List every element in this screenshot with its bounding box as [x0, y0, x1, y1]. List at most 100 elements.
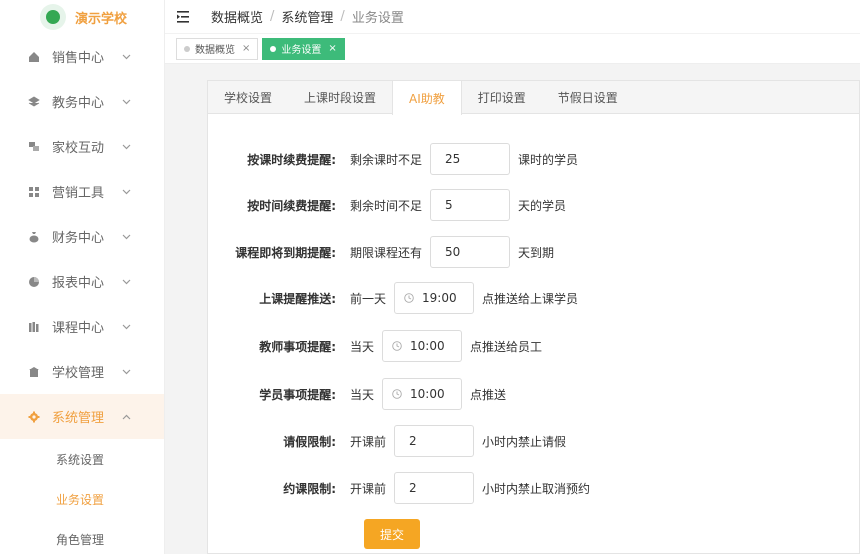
close-icon[interactable]: × [242, 43, 250, 54]
chevron-down-icon [122, 324, 131, 329]
money-bag-icon [29, 231, 39, 242]
form-prefix: 开课前 [350, 434, 387, 449]
app-name: 演示学校 [75, 11, 128, 27]
form-suffix: 天的学员 [518, 198, 567, 213]
form-label: 约课限制: [283, 481, 336, 496]
sidebar-item-marketing[interactable]: 营销工具 [0, 169, 164, 214]
form-row-leave-limit: 请假限制: 开课前 2 小时内禁止请假 [208, 425, 566, 457]
expiry-days-input[interactable]: 50 [430, 236, 511, 268]
form-suffix: 课时的学员 [518, 152, 579, 167]
form-prefix: 开课前 [350, 481, 387, 496]
chevron-up-icon [122, 414, 131, 419]
form-label: 上课提醒推送: [259, 291, 336, 306]
clock-icon [392, 389, 402, 399]
form-suffix: 天到期 [518, 245, 555, 260]
sidebar-item-label: 报表中心 [52, 276, 105, 291]
student-reminder-time-picker[interactable]: 10:00 [382, 378, 463, 410]
sidebar-item-academic[interactable]: 教务中心 [0, 79, 164, 124]
clock-icon [392, 341, 402, 351]
form-prefix: 期限课程还有 [350, 245, 423, 260]
time-value: 10:00 [410, 339, 445, 353]
sidebar-item-label: 营销工具 [52, 186, 105, 201]
books-icon [29, 321, 39, 332]
sidebar-item-label: 学校管理 [52, 366, 105, 381]
tab-school-settings[interactable]: 学校设置 [208, 81, 288, 114]
tab-ai-assistant[interactable]: AI助教 [392, 81, 462, 115]
teacher-reminder-time-picker[interactable]: 10:00 [382, 330, 463, 362]
tab-holiday-settings[interactable]: 节假日设置 [542, 81, 634, 114]
form-row-class-reminder: 上课提醒推送: 前一天 19:00 点推送给上课学员 [208, 282, 578, 314]
top-header: 数据概览 / 系统管理 / 业务设置 [165, 0, 860, 34]
breadcrumb-separator: / [270, 9, 275, 24]
tag-dot [184, 45, 190, 52]
sidebar-item-sales[interactable]: 销售中心 [0, 34, 164, 79]
sidebar-item-reports[interactable]: 报表中心 [0, 259, 164, 304]
form-prefix: 剩余课时不足 [350, 152, 423, 167]
app-logo[interactable]: 演示学校 [0, 0, 164, 34]
sidebar-item-label: 教务中心 [52, 96, 105, 111]
submenu-item-system-settings[interactable]: 系统设置 [0, 439, 164, 479]
chat-icon [29, 141, 39, 151]
sidebar-item-school-management[interactable]: 学校管理 [0, 349, 164, 394]
sidebar-item-label: 系统管理 [52, 411, 105, 426]
form-prefix: 剩余时间不足 [350, 198, 423, 213]
chevron-down-icon [122, 279, 131, 284]
tab-print-settings[interactable]: 打印设置 [462, 81, 542, 114]
settings-tabs: 学校设置 上课时段设置 AI助教 打印设置 节假日设置 [208, 81, 859, 115]
chevron-down-icon [122, 189, 131, 194]
sidebar-item-courses[interactable]: 课程中心 [0, 304, 164, 349]
chevron-down-icon [122, 54, 131, 59]
form-row-booking-limit: 约课限制: 开课前 2 小时内禁止取消预约 [208, 472, 590, 504]
gear-icon [28, 411, 40, 422]
sidebar-item-system-management[interactable]: 系统管理 [0, 394, 164, 439]
tag-overview[interactable]: 数据概览 × [176, 37, 259, 60]
sidebar-item-home-school[interactable]: 家校互动 [0, 124, 164, 169]
tag-dot [270, 45, 277, 52]
form-row-time-renewal: 按时间续费提醒: 剩余时间不足 5 天的学员 [208, 189, 566, 221]
lesson-threshold-input[interactable]: 25 [430, 143, 511, 175]
tag-business-settings[interactable]: 业务设置 × [262, 37, 345, 60]
settings-panel: 学校设置 上课时段设置 AI助教 打印设置 节假日设置 按课时续费提醒: 剩余课… [207, 80, 860, 554]
submit-button[interactable]: 提交 [364, 519, 420, 549]
menu-fold-icon[interactable] [177, 10, 191, 23]
tab-class-period-settings[interactable]: 上课时段设置 [288, 81, 392, 114]
form-label: 教师事项提醒: [259, 339, 336, 354]
sidebar-item-label: 销售中心 [52, 51, 105, 66]
form-suffix: 小时内禁止取消预约 [482, 481, 591, 496]
submenu-item-business-settings[interactable]: 业务设置 [0, 479, 164, 519]
chevron-down-icon [122, 369, 131, 374]
tag-label: 业务设置 [281, 45, 322, 56]
breadcrumb-separator: / [340, 9, 345, 24]
form-row-student-reminder: 学员事项提醒: 当天 10:00 点推送 [208, 378, 506, 410]
days-threshold-input[interactable]: 5 [430, 189, 511, 221]
close-icon[interactable]: × [328, 43, 336, 54]
sidebar-item-finance[interactable]: 财务中心 [0, 214, 164, 259]
clock-icon [404, 293, 414, 303]
leave-hours-input[interactable]: 2 [394, 425, 475, 457]
breadcrumb-item[interactable]: 系统管理 [281, 7, 333, 26]
class-reminder-time-picker[interactable]: 19:00 [394, 282, 475, 314]
submenu-item-role-management[interactable]: 角色管理 [0, 519, 164, 554]
breadcrumb-current: 业务设置 [351, 11, 404, 26]
chevron-down-icon [122, 144, 131, 149]
tag-label: 数据概览 [195, 45, 235, 56]
chevron-down-icon [122, 99, 131, 104]
layers-icon [28, 96, 40, 106]
booking-hours-input[interactable]: 2 [394, 472, 475, 504]
home-icon [29, 51, 39, 62]
form-prefix: 当天 [350, 339, 375, 354]
form-suffix: 点推送给员工 [470, 339, 543, 354]
time-value: 10:00 [410, 387, 445, 401]
breadcrumb-item[interactable]: 数据概览 [211, 7, 263, 26]
form-suffix: 点推送 [470, 387, 507, 402]
form-suffix: 小时内禁止请假 [482, 434, 567, 449]
form-label: 按课时续费提醒: [247, 152, 336, 167]
building-icon [29, 366, 39, 377]
form-label: 课程即将到期提醒: [235, 245, 336, 260]
time-value: 19:00 [422, 291, 457, 305]
grid-icon [29, 186, 39, 197]
form-label: 请假限制: [283, 434, 336, 449]
form-row-course-expiry: 课程即将到期提醒: 期限课程还有 50 天到期 [208, 236, 554, 268]
sidebar-item-label: 家校互动 [52, 141, 105, 156]
tag-bar: 数据概览 × 业务设置 × [165, 34, 860, 64]
